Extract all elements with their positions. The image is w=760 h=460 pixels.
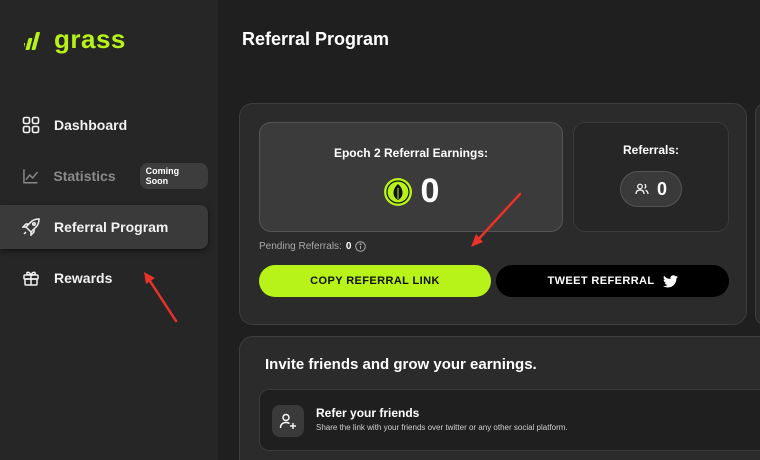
referrals-card: Referrals: 0 [573, 122, 729, 232]
logo-text: grass [54, 24, 126, 54]
referrals-value: 0 [656, 178, 667, 199]
grass-logo-icon [24, 31, 40, 50]
chart-icon [23, 169, 38, 184]
referrals-label: Referrals: [622, 143, 680, 157]
sidebar-item-label: Rewards [54, 270, 113, 286]
sidebar-item-label: Statistics [53, 168, 116, 184]
page-title: Referral Program [242, 29, 390, 49]
rocket-icon [22, 218, 40, 236]
pending-value: 0 [345, 241, 352, 252]
grid-icon [22, 116, 40, 134]
invite-panel: Invite friends and grow your earnings. R… [239, 336, 760, 460]
refer-step-title: Refer your friends [316, 406, 420, 420]
gift-icon [23, 271, 39, 286]
add-user-icon [279, 413, 296, 429]
twitter-icon [662, 274, 678, 287]
sidebar-item-label: Referral Program [54, 219, 169, 235]
tweet-button-label: TWEET REFERRAL [547, 275, 655, 287]
refer-step-description: Share the link with your friends over tw… [316, 423, 568, 432]
refer-icon-box [272, 405, 304, 437]
invite-title: Invite friends and grow your earnings. [265, 356, 537, 373]
earnings-label: Epoch 2 Referral Earnings: [333, 146, 489, 160]
sidebar-item-dashboard[interactable]: Dashboard [0, 103, 208, 147]
earnings-value: 0 [420, 172, 440, 210]
side-panel-edge [755, 103, 760, 325]
sidebar: grass Dashboard Statistics Coming Soon R… [0, 0, 218, 460]
sidebar-item-label: Dashboard [54, 117, 128, 133]
referrals-count-pill: 0 [619, 171, 682, 207]
sidebar-item-statistics[interactable]: Statistics Coming Soon [0, 154, 208, 198]
pending-label: Pending Referrals: [259, 241, 342, 252]
logo[interactable]: grass [24, 24, 126, 55]
coming-soon-badge: Coming Soon [139, 163, 208, 189]
pending-referrals: Pending Referrals: 0 [259, 241, 367, 252]
users-icon [635, 183, 649, 195]
copy-referral-link-button[interactable]: COPY REFERRAL LINK [259, 265, 491, 297]
referral-stats-panel: Epoch 2 Referral Earnings: 0 Referrals: … [239, 103, 747, 325]
refer-friends-step: Refer your friends Share the link with y… [259, 389, 760, 451]
sidebar-item-rewards[interactable]: Rewards [0, 256, 208, 300]
info-icon[interactable] [355, 241, 367, 252]
leaf-coin-icon [383, 177, 412, 206]
sidebar-item-referral-program[interactable]: Referral Program [0, 205, 208, 249]
tweet-referral-button[interactable]: TWEET REFERRAL [496, 265, 729, 297]
earnings-card: Epoch 2 Referral Earnings: 0 [259, 122, 563, 232]
